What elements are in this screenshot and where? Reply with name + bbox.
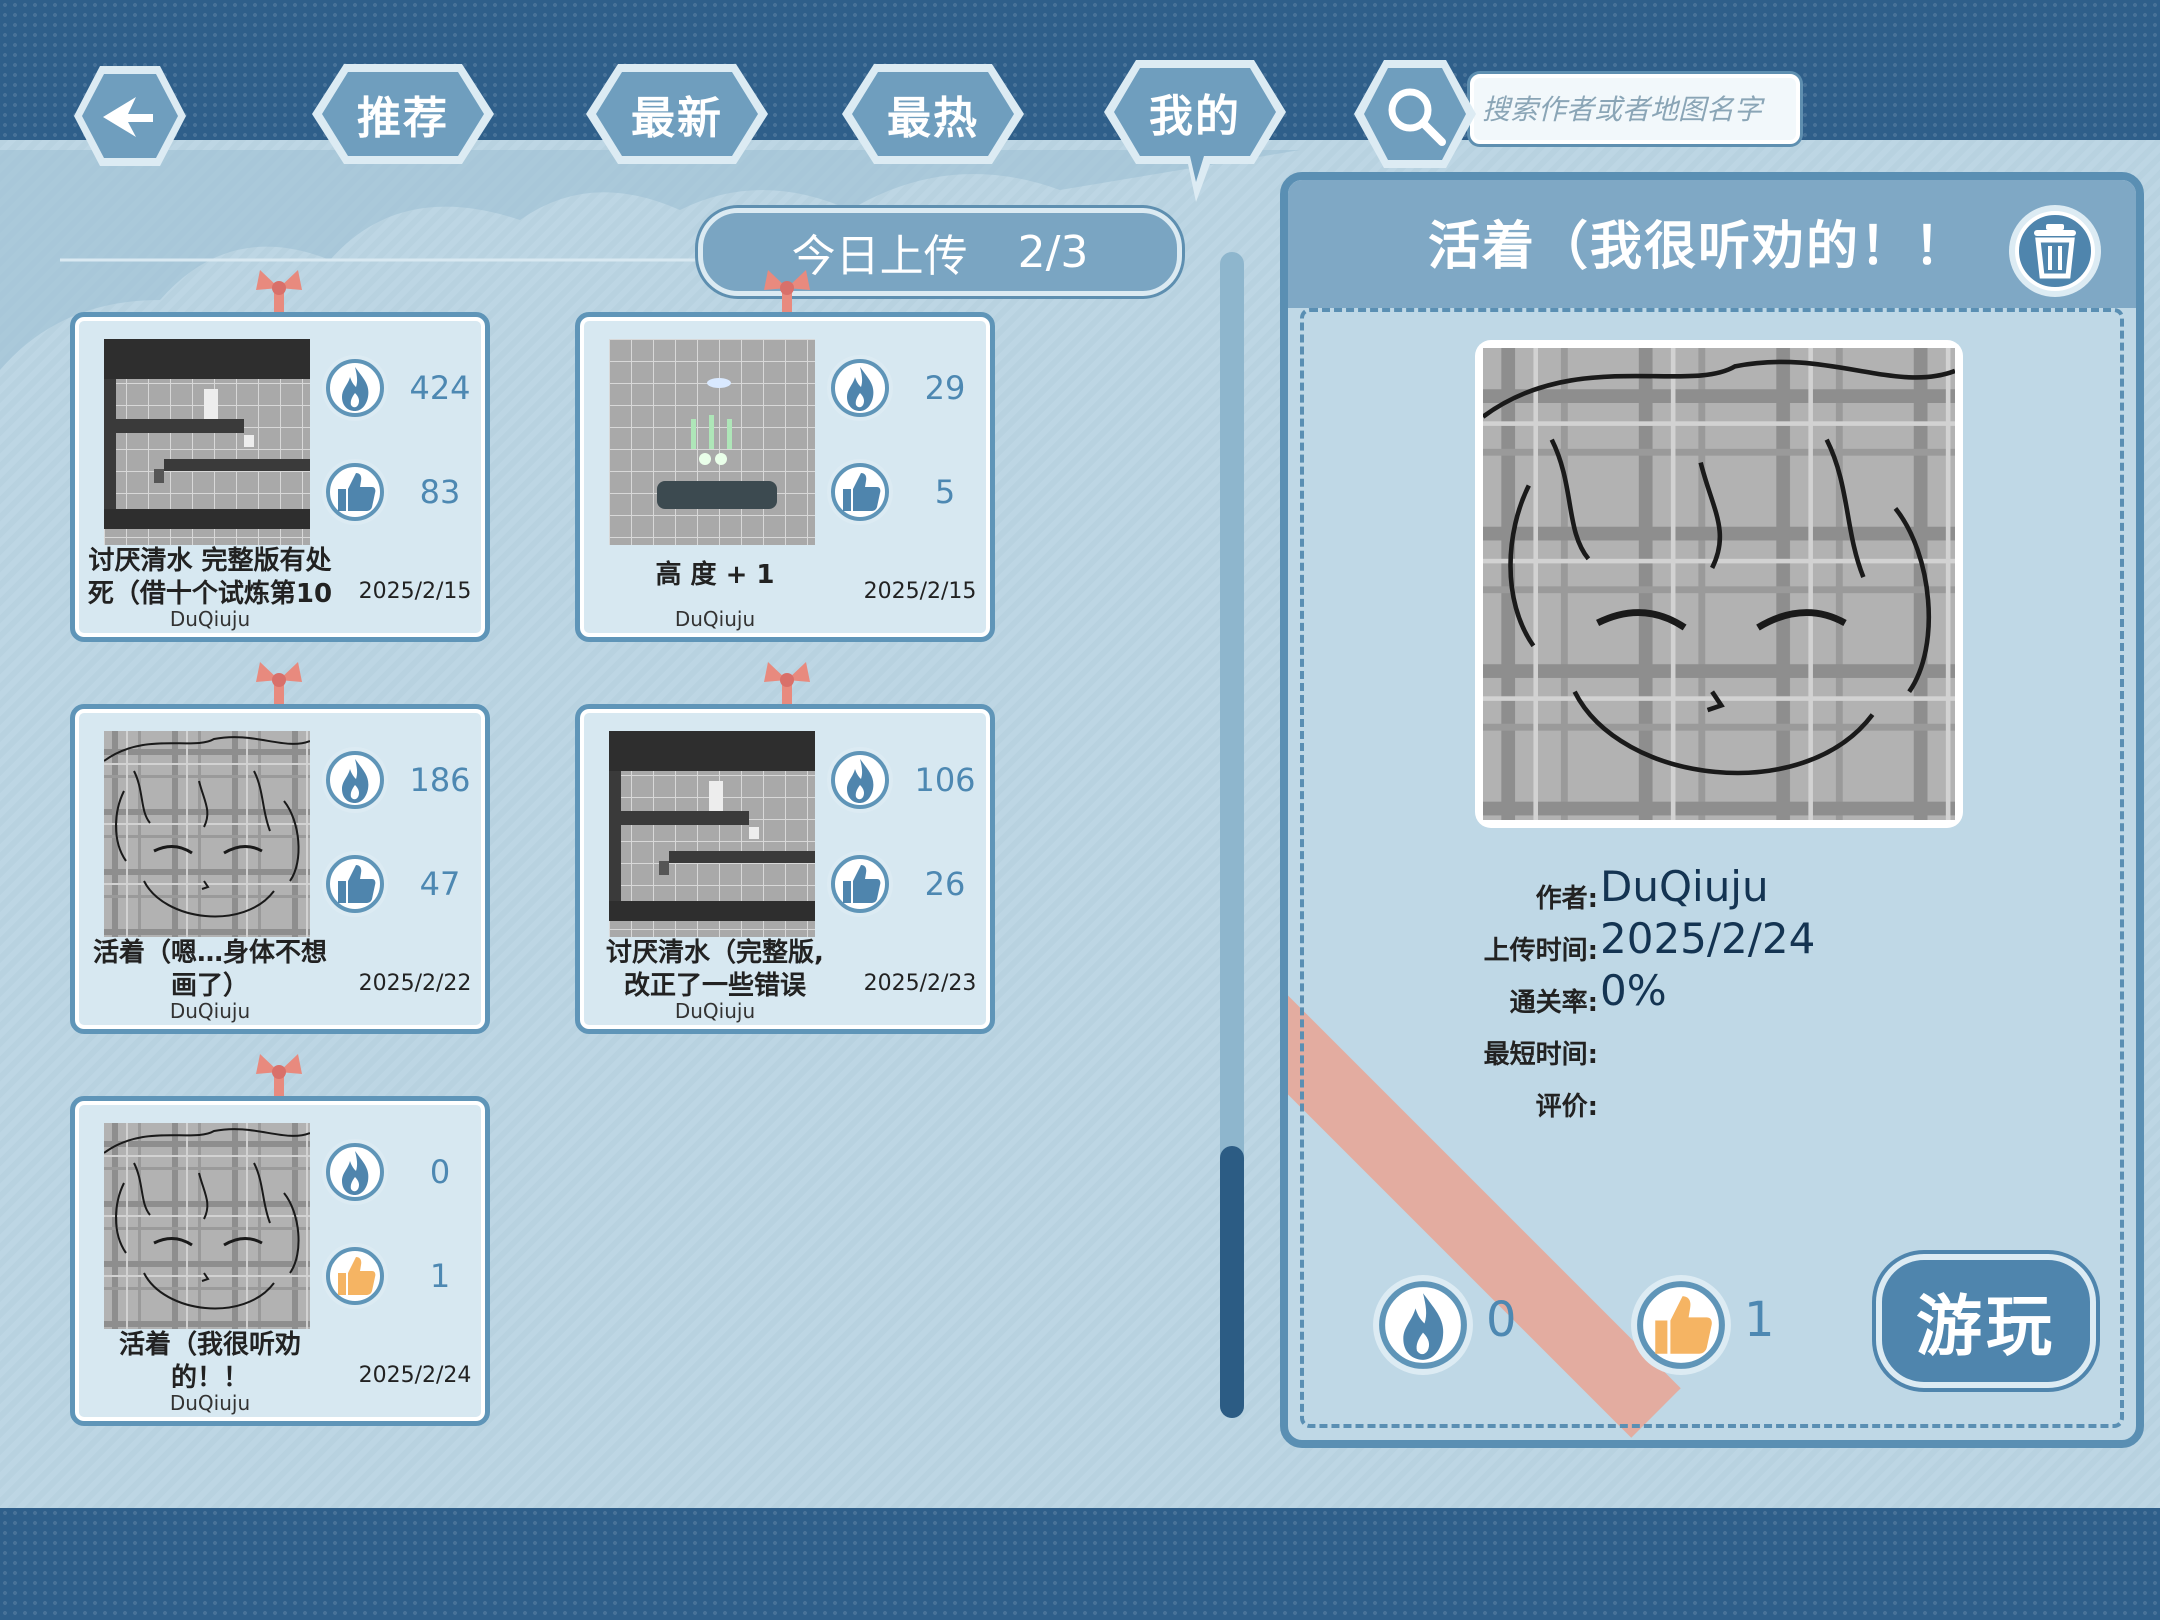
map-author: DuQiuju	[169, 1391, 251, 1415]
clear-rate-value: 0%	[1600, 966, 1667, 1015]
map-title-line-1: 讨厌清水（完整版,	[606, 938, 824, 968]
thumbs-up-icon[interactable]	[1628, 1272, 1734, 1378]
like-count: 83	[419, 473, 461, 511]
scrollbar-thumb[interactable]	[1220, 1146, 1244, 1418]
map-card[interactable]: 186 47 活着（嗯…身体不想 画了） DuQiuju 2025/2/22	[70, 704, 490, 1034]
upload-time-label: 上传时间:	[1483, 936, 1598, 966]
map-card[interactable]: 0 1 活着（我很听劝 的！！ DuQiuju 2025/2/24	[70, 1096, 490, 1426]
map-date: 2025/2/22	[358, 971, 472, 996]
map-title-line-1: 高 度 + 1	[655, 560, 775, 590]
tab-mine-label: 我的	[1149, 91, 1241, 142]
thumbs-up-icon[interactable]	[320, 457, 390, 527]
search-input[interactable]	[1474, 78, 1796, 140]
search-box	[1470, 74, 1800, 144]
play-button[interactable]: 游玩	[1876, 1254, 2096, 1388]
detail-like-count: 1	[1744, 1292, 1775, 1348]
map-thumbnail	[104, 1123, 310, 1329]
author-value: DuQiuju	[1600, 862, 1769, 911]
map-title: 讨厌清水 完整版有处 死（借十个试炼第10	[81, 545, 339, 611]
hot-count: 424	[409, 369, 471, 407]
flame-icon[interactable]	[1370, 1272, 1476, 1378]
map-card[interactable]: 106 26 讨厌清水（完整版, 改正了一些错误 DuQiuju 2025/2/…	[575, 704, 995, 1034]
map-thumbnail	[104, 731, 310, 937]
map-thumbnail	[609, 339, 815, 545]
map-title-line-1: 活着（嗯…身体不想	[92, 938, 327, 968]
map-title-line-1: 讨厌清水 完整版有处	[88, 546, 332, 576]
like-count: 26	[924, 865, 966, 903]
thumbs-up-icon[interactable]	[320, 1241, 390, 1311]
map-detail-panel: 活着（我很听劝的！！ 作者: DuQiuju 上传时间: 2025/2/24 通…	[1280, 172, 2144, 1448]
tab-recommend[interactable]: 推荐	[308, 60, 498, 168]
map-card[interactable]: 29 5 高 度 + 1 DuQiuju 2025/2/15	[575, 312, 995, 642]
map-title: 活着（我很听劝 的！！	[81, 1329, 339, 1395]
map-author: DuQiuju	[169, 999, 251, 1023]
map-date: 2025/2/24	[358, 1363, 472, 1388]
like-count: 5	[934, 473, 956, 511]
flame-icon[interactable]	[825, 353, 895, 423]
map-thumbnail	[104, 339, 310, 545]
like-count: 1	[429, 1257, 451, 1295]
detail-title: 活着（我很听劝的！！	[1428, 217, 1969, 277]
back-arrow-icon	[103, 97, 153, 137]
tab-hot[interactable]: 最热	[838, 60, 1028, 168]
upload-counter-label: 今日上传	[791, 231, 968, 282]
map-title: 讨厌清水（完整版, 改正了一些错误	[586, 937, 844, 1003]
thumbs-up-icon[interactable]	[320, 849, 390, 919]
map-author: DuQiuju	[674, 999, 756, 1023]
clear-rate-label: 通关率:	[1509, 988, 1598, 1018]
flame-icon[interactable]	[320, 353, 390, 423]
hot-count: 186	[409, 761, 471, 799]
flame-icon[interactable]	[320, 1137, 390, 1207]
hot-count: 29	[924, 369, 966, 407]
tab-latest[interactable]: 最新	[582, 60, 772, 168]
back-button[interactable]	[70, 60, 190, 172]
thumbs-up-icon[interactable]	[825, 457, 895, 527]
map-author: DuQiuju	[674, 607, 756, 631]
tab-recommend-label: 推荐	[357, 93, 449, 144]
search-icon	[1388, 88, 1446, 146]
detail-hot-count: 0	[1486, 1292, 1517, 1348]
upload-counter-value: 2/3	[1017, 226, 1089, 278]
flame-icon[interactable]	[825, 745, 895, 815]
map-preview-image	[1475, 340, 1963, 828]
upload-time-value: 2025/2/24	[1600, 914, 1816, 963]
tab-mine[interactable]: 我的	[1100, 56, 1290, 206]
thumbs-up-icon[interactable]	[825, 849, 895, 919]
map-thumbnail	[609, 731, 815, 937]
map-date: 2025/2/15	[863, 579, 977, 604]
map-title: 高 度 + 1	[586, 559, 844, 592]
like-count: 47	[419, 865, 461, 903]
best-time-label: 最短时间:	[1483, 1040, 1598, 1070]
author-label: 作者:	[1535, 884, 1598, 914]
bottom-band	[0, 1508, 2160, 1620]
hot-count: 106	[914, 761, 976, 799]
search-button[interactable]	[1350, 54, 1480, 174]
map-date: 2025/2/15	[358, 579, 472, 604]
tab-hot-label: 最热	[887, 93, 979, 144]
rating-label: 评价:	[1535, 1092, 1598, 1122]
map-title-line-1: 活着（我很听劝	[118, 1330, 301, 1360]
map-author: DuQiuju	[169, 607, 251, 631]
map-date: 2025/2/23	[863, 971, 977, 996]
map-title: 活着（嗯…身体不想 画了）	[81, 937, 339, 1003]
tab-latest-label: 最新	[631, 93, 723, 144]
flame-icon[interactable]	[320, 745, 390, 815]
hot-count: 0	[429, 1153, 451, 1191]
map-card[interactable]: 424 83 讨厌清水 完整版有处 死（借十个试炼第10 DuQiuju 202…	[70, 312, 490, 642]
trash-icon[interactable]	[2006, 202, 2104, 300]
